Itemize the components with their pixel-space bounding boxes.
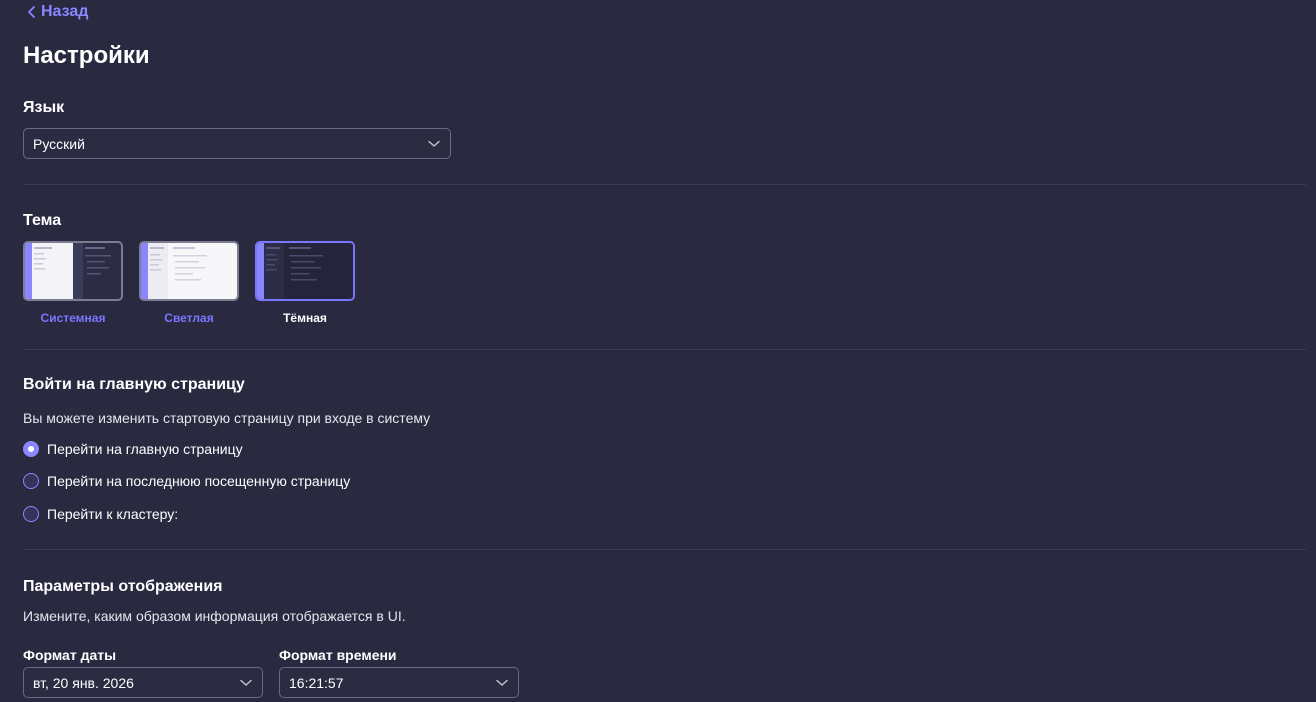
radio-label: Перейти к кластеру: [47, 506, 179, 522]
back-link[interactable]: Назад [27, 3, 88, 21]
language-select[interactable]: Русский [23, 128, 451, 159]
radio-button[interactable] [23, 506, 39, 522]
chevron-down-icon [240, 679, 252, 686]
divider [23, 549, 1306, 550]
divider [23, 349, 1306, 350]
chevron-down-icon [428, 140, 440, 147]
start-page-title: Войти на главную страницу [23, 376, 245, 393]
theme-title: Тема [23, 212, 62, 229]
radio-label: Перейти на главную страницу [47, 441, 243, 457]
settings-page: Назад Настройки Язык Русский Тема Систем… [0, 0, 1316, 702]
chevron-left-icon [28, 6, 35, 18]
display-title: Параметры отображения [23, 578, 223, 595]
start-page-description: Вы можете изменить стартовую страницу пр… [23, 410, 431, 426]
page-title: Настройки [23, 42, 150, 69]
date-format-select[interactable]: вт, 20 янв. 2026 [23, 667, 263, 698]
back-label: Назад [41, 3, 89, 20]
time-format-select[interactable]: 16:21:57 [279, 667, 519, 698]
chevron-down-icon [496, 679, 508, 686]
display-description: Измените, каким образом информация отобр… [23, 608, 406, 624]
time-format-label: Формат времени [279, 647, 397, 663]
language-select-value: Русский [33, 135, 85, 152]
theme-card-light[interactable] [139, 241, 239, 301]
theme-card-dark[interactable] [255, 241, 355, 301]
radio-button-checked[interactable] [23, 441, 39, 457]
radio-option-cluster[interactable]: Перейти к кластеру: [23, 506, 178, 522]
theme-label-dark[interactable]: Тёмная [255, 311, 355, 325]
theme-card-system[interactable] [23, 241, 123, 301]
date-format-label: Формат даты [23, 647, 117, 663]
theme-label-light[interactable]: Светлая [139, 311, 239, 325]
radio-label: Перейти на последнюю посещенную страницу [47, 473, 351, 489]
theme-label-system[interactable]: Системная [23, 311, 123, 325]
radio-button[interactable] [23, 473, 39, 489]
light-theme-preview [141, 243, 237, 299]
radio-option-home[interactable]: Перейти на главную страницу [23, 441, 243, 457]
language-title: Язык [23, 99, 65, 116]
time-format-value: 16:21:57 [289, 674, 344, 691]
divider [23, 184, 1306, 185]
date-format-value: вт, 20 янв. 2026 [33, 674, 134, 691]
system-theme-preview [25, 243, 121, 299]
dark-theme-preview [257, 243, 353, 299]
radio-option-last-visited[interactable]: Перейти на последнюю посещенную страницу [23, 473, 350, 489]
